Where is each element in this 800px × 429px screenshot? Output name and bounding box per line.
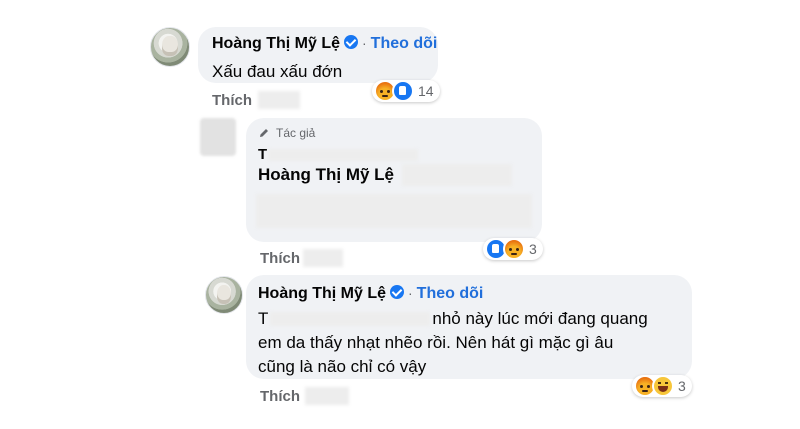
reply-partial-line: T [258,146,419,163]
comment-line-3: cũng là não chỉ có vậy [258,357,427,376]
verified-badge-icon [390,285,404,299]
follow-link[interactable]: Theo dõi [417,285,484,302]
avatar-face [162,36,178,57]
redacted-text [256,194,532,228]
commenter-name[interactable]: Hoàng Thị Mỹ Lệ [258,285,386,302]
separator-dot: · [408,285,413,301]
verified-badge-icon [344,35,358,49]
pencil-icon [260,129,268,137]
reaction-summary[interactable]: 14 [372,80,440,102]
avatar[interactable] [150,27,190,67]
reply-bubble: Tác giả T Hoàng Thị Mỹ Lệ [246,118,542,242]
comment-line-1: T nhỏ này lúc mới đang quang [258,306,648,331]
comment-header: Hoàng Thị Mỹ Lệ · Theo dõi [258,285,483,303]
mention-row: Hoàng Thị Mỹ Lệ [258,164,512,186]
like-action[interactable]: Thích [260,388,300,405]
reaction-summary[interactable]: 3 [483,238,543,260]
commenter-name[interactable]: Hoàng Thị Mỹ Lệ [212,35,340,52]
comment-text: nhỏ này lúc mới đang quang [432,309,648,328]
comment-bubble: Hoàng Thị Mỹ Lệ · Theo dõi T nhỏ này lúc m… [246,275,692,379]
redacted-timestamp [305,387,349,405]
redacted-timestamp [303,249,343,267]
redacted-text [270,311,431,326]
comment-bubble: Hoàng Thị Mỹ Lệ · Theo dõi Xấu đau xấu đớn [198,27,438,83]
follow-link[interactable]: Theo dõi [371,35,438,52]
text-prefix: T [258,309,269,328]
author-badge: Tác giả [276,126,316,140]
reaction-summary[interactable]: 3 [632,375,692,397]
like-action[interactable]: Thích [212,92,252,109]
redacted-text [402,164,512,186]
comment-text: Xấu đau xấu đớn [212,62,343,81]
reaction-count: 14 [418,83,434,99]
partial-text: T [258,146,268,163]
mention-name[interactable]: Hoàng Thị Mỹ Lệ [258,165,394,185]
reaction-count: 3 [529,241,537,257]
haha-icon [652,375,674,397]
reaction-count: 3 [678,378,686,394]
like-action[interactable]: Thích [260,250,300,267]
like-icon [392,80,414,102]
separator-dot: · [362,35,367,51]
redacted-timestamp [258,91,300,109]
comment-line-2: em da thấy nhạt nhẽo rồi. Nên hát gì mặc… [258,333,614,352]
comment-header: Hoàng Thị Mỹ Lệ · Theo dõi [212,35,437,53]
redacted-name [268,148,419,161]
author-tag: Tác giả [258,126,315,140]
avatar-face [216,284,232,304]
redacted-avatar [200,118,236,156]
avatar[interactable] [205,276,243,314]
angry-icon [503,238,525,260]
